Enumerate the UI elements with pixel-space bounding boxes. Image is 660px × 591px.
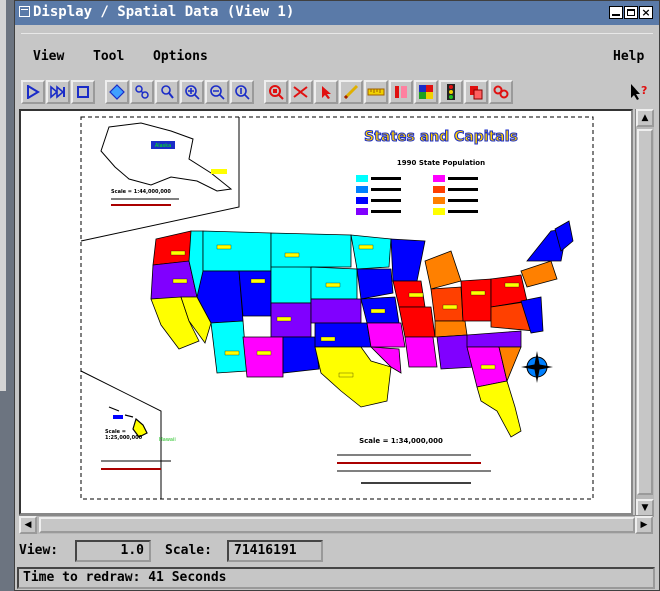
hawaii-scale-value: 1:25,000,000: [105, 435, 143, 441]
population-legend: [356, 175, 478, 215]
menu-tool[interactable]: Tool: [93, 49, 124, 64]
usa-map: [150, 220, 574, 438]
alaska-scale-text: Scale = 1:44,000,000: [111, 189, 171, 195]
help-pointer-icon[interactable]: ?: [627, 80, 651, 104]
zoom-full-icon[interactable]: [230, 80, 254, 104]
stop-icon[interactable]: [71, 80, 95, 104]
north-arrow-icon: [521, 351, 553, 383]
minimize-button[interactable]: [609, 6, 623, 19]
vertical-scroll-thumb[interactable]: [637, 129, 653, 495]
pointer-icon[interactable]: [314, 80, 338, 104]
select-red-icon[interactable]: [289, 80, 313, 104]
redraw-status: Time to redraw: 41 Seconds: [17, 567, 655, 589]
view-scale-bar: View: 1.0 Scale: 71416191: [15, 539, 659, 565]
menu-bar: View Tool Options Help: [15, 33, 659, 71]
scroll-left-icon[interactable]: ◀: [19, 516, 37, 534]
zoom-out-icon[interactable]: [205, 80, 229, 104]
copy-icon[interactable]: [464, 80, 488, 104]
map-scale-text: Scale = 1:34,000,000: [359, 437, 443, 445]
menu-options[interactable]: Options: [153, 49, 208, 64]
map-layout: Alaska Scale = 1:44,000,000 States and C…: [80, 116, 594, 500]
close-button[interactable]: ×: [639, 6, 653, 19]
hawaii-label: Hawaii: [159, 437, 176, 443]
svg-text:?: ?: [641, 84, 647, 97]
title-bar[interactable]: Display / Spatial Data (View 1) ×: [15, 1, 659, 25]
scale-label: Scale:: [165, 543, 212, 558]
vertical-scrollbar[interactable]: ▲ ▼: [635, 109, 654, 517]
diamond-icon[interactable]: [105, 80, 129, 104]
horizontal-scroll-thumb[interactable]: [39, 517, 635, 533]
play-icon[interactable]: [21, 80, 45, 104]
zoom-box-icon[interactable]: [155, 80, 179, 104]
toolbar: ?: [15, 80, 659, 108]
background-window-strip: [0, 0, 14, 591]
scroll-right-icon[interactable]: ▶: [635, 516, 653, 534]
measure-icon[interactable]: [364, 80, 388, 104]
menu-separator: [21, 33, 653, 34]
step-icon[interactable]: [46, 80, 70, 104]
menu-view[interactable]: View: [33, 49, 64, 64]
view-label: View:: [19, 543, 59, 558]
legend-icon[interactable]: [389, 80, 413, 104]
sketch-icon[interactable]: [339, 80, 363, 104]
map-subtitle: 1990 State Population: [397, 159, 485, 167]
scroll-up-icon[interactable]: ▲: [636, 109, 654, 127]
maximize-button[interactable]: [624, 6, 638, 19]
horizontal-scrollbar[interactable]: ◀ ▶: [19, 515, 653, 534]
window-title: Display / Spatial Data (View 1): [33, 4, 295, 20]
window-menu-icon[interactable]: [19, 6, 30, 17]
pan-icon[interactable]: [130, 80, 154, 104]
zoom-red-icon[interactable]: [264, 80, 288, 104]
alaska-label: Alaska: [155, 143, 171, 149]
layers-icon[interactable]: [414, 80, 438, 104]
scale-field[interactable]: 71416191: [227, 540, 323, 562]
display-window: Display / Spatial Data (View 1) × View T…: [14, 0, 660, 591]
menu-help[interactable]: Help: [613, 49, 644, 64]
window-controls: ×: [609, 6, 653, 19]
link-icon[interactable]: [489, 80, 513, 104]
map-title: States and Capitals: [364, 129, 518, 145]
map-canvas[interactable]: Alaska Scale = 1:44,000,000 States and C…: [19, 109, 633, 515]
background-window-edge: [0, 0, 6, 391]
traffic-light-icon[interactable]: [439, 80, 463, 104]
zoom-in-icon[interactable]: [180, 80, 204, 104]
view-field[interactable]: 1.0: [75, 540, 151, 562]
